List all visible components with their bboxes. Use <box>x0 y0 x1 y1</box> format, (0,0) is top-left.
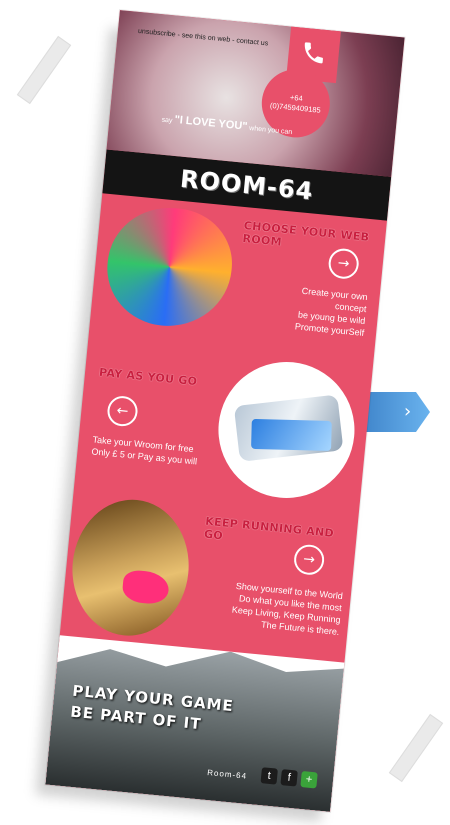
section-body: Show yourself to the World Do what you l… <box>211 578 343 639</box>
tape-bottom-right <box>388 713 444 783</box>
facebook-icon[interactable]: f <box>280 769 298 787</box>
contact-link[interactable]: contact us <box>236 37 268 47</box>
runner-image <box>66 494 195 641</box>
logo[interactable]: ROOM-64 <box>179 165 315 206</box>
arrow-left-button[interactable]: ← <box>106 394 139 428</box>
section-title: PAY AS YOU GO <box>98 365 198 389</box>
section-title: CHOOSE YOUR WEB ROOM <box>242 218 370 249</box>
section-body: Create your own concept be young be wild… <box>264 282 368 340</box>
top-links: unsubscribe - see this on web - contact … <box>138 28 269 48</box>
tagline-post: when you can <box>248 125 293 137</box>
section-pay-as-you-go: PAY AS YOU GO ← Take your Wroom for free… <box>74 341 373 516</box>
twitter-icon[interactable]: t <box>260 767 278 785</box>
section-keep-running: KEEP RUNNING AND GO → Show yourself to t… <box>60 488 359 663</box>
share-icon[interactable]: + <box>300 771 318 789</box>
hero: unsubscribe - see this on web - contact … <box>106 10 405 177</box>
running-shoe <box>121 569 171 606</box>
section-web-room: CHOOSE YOUR WEB ROOM → Create your own c… <box>88 193 387 368</box>
phone-image <box>212 355 361 505</box>
skate-image <box>102 202 237 332</box>
section-title: KEEP RUNNING AND GO <box>203 514 335 543</box>
chevron-right-icon: › <box>404 401 412 422</box>
web-version-link[interactable]: see this on web <box>181 32 230 44</box>
tape-top-left <box>16 35 72 105</box>
section-body: Take your Wroom for free Only £ 5 or Pay… <box>91 433 217 469</box>
smartphone <box>233 394 344 462</box>
footer: PLAY YOUR GAME BE PART OF IT Room-64 t f… <box>45 635 345 812</box>
tagline-pre: say <box>161 116 173 125</box>
side-tab[interactable]: › <box>360 392 430 432</box>
phone-icon <box>304 42 323 64</box>
tagline-main: "I LOVE YOU" <box>173 113 248 133</box>
smartphone-screen <box>251 418 332 451</box>
unsubscribe-link[interactable]: unsubscribe <box>138 28 176 39</box>
